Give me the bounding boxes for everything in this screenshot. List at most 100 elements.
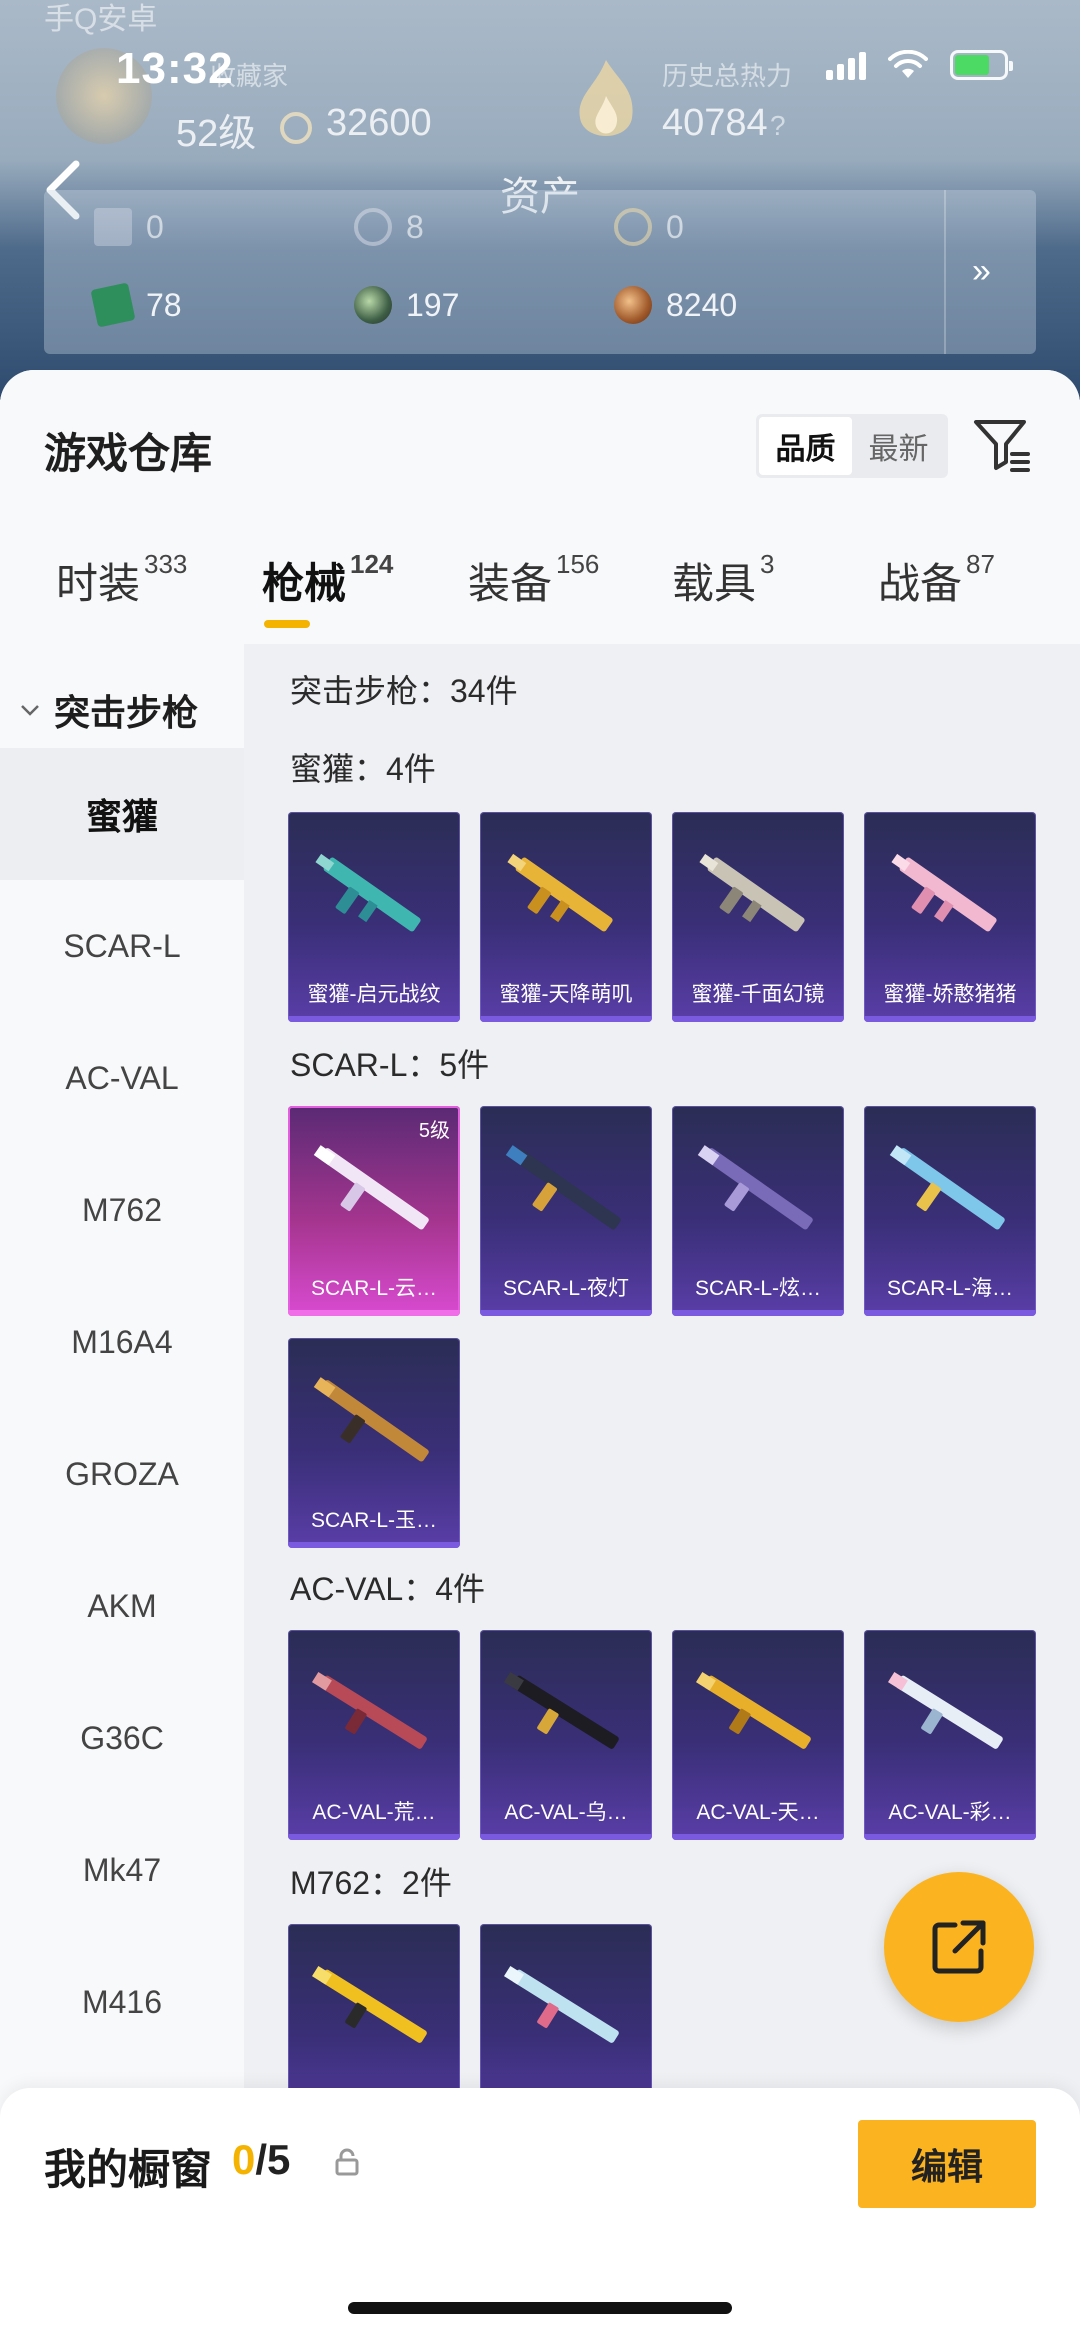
wifi-icon bbox=[888, 50, 928, 78]
category-item[interactable]: AKM bbox=[0, 1540, 244, 1672]
showcase-current: 0 bbox=[232, 2136, 256, 2183]
showcase-total: /5 bbox=[255, 2136, 291, 2183]
rifle-icon bbox=[313, 1377, 429, 1462]
category-item[interactable]: M16A4 bbox=[0, 1276, 244, 1408]
rifle-icon bbox=[699, 853, 805, 932]
weapon-name: AC-VAL-天… bbox=[696, 1801, 820, 1824]
category-tabs: 时装 333 枪械 124 装备 156 载具 3 战备 87 bbox=[0, 549, 1080, 630]
tab-weapons[interactable]: 枪械 124 bbox=[262, 549, 394, 611]
weapon-card[interactable]: AC-VAL-荒… bbox=[288, 1630, 460, 1840]
filter-icon[interactable] bbox=[972, 416, 1032, 476]
weapon-card[interactable]: 蜜獾-娇憨猪猪 bbox=[864, 812, 1036, 1022]
rifle-icon bbox=[313, 1145, 429, 1230]
asset-value: 197 bbox=[406, 286, 460, 323]
rarity-bar bbox=[480, 1310, 652, 1316]
section-label: 蜜獾：4件 bbox=[290, 751, 436, 787]
rarity-bar bbox=[288, 1834, 460, 1840]
green-card-icon bbox=[90, 282, 136, 328]
edit-button[interactable]: 编辑 bbox=[858, 2120, 1036, 2208]
tab-gear[interactable]: 战备 87 bbox=[878, 549, 995, 611]
weapon-card[interactable]: AC-VAL-天… bbox=[672, 1630, 844, 1840]
weapon-grid: 突击步枪：34件 蜜獾：4件 蜜獾-启元战纹 蜜獾-天降萌叽 蜜獾-千面幻镜 蜜… bbox=[244, 644, 1080, 2337]
weapon-card[interactable]: SCAR-L-夜灯 bbox=[480, 1106, 652, 1316]
category-item[interactable]: M762 bbox=[0, 1144, 244, 1276]
asset-item: 8240 bbox=[564, 286, 824, 324]
rifle-icon bbox=[503, 1965, 619, 2043]
category-item[interactable]: Mk47 bbox=[0, 1804, 244, 1936]
rifle-icon bbox=[891, 853, 997, 932]
tab-costumes[interactable]: 时装 333 bbox=[56, 549, 188, 611]
weapon-name: AC-VAL-荒… bbox=[312, 1801, 436, 1824]
rifle-icon bbox=[695, 1671, 811, 1749]
weapon-card[interactable]: AC-VAL-乌… bbox=[480, 1630, 652, 1840]
asset-value: 0 bbox=[666, 208, 684, 245]
weapon-name: 蜜獾-启元战纹 bbox=[307, 983, 441, 1006]
section-label: AC-VAL：4件 bbox=[290, 1571, 486, 1607]
category-item[interactable]: AC-VAL bbox=[0, 1012, 244, 1144]
warehouse-sheet: 游戏仓库 品质 最新 时装 333 枪械 124 装备 156 载具 3 战备 87 突击… bbox=[0, 370, 1080, 2337]
asset-value: 78 bbox=[146, 286, 182, 323]
lock-icon bbox=[335, 2148, 359, 2176]
gem-coin-icon bbox=[354, 286, 392, 324]
asset-value: 0 bbox=[146, 208, 164, 245]
rifle-icon bbox=[505, 1145, 621, 1230]
heat-value: 40784 bbox=[662, 102, 768, 144]
weapon-name: AC-VAL-乌… bbox=[504, 1801, 628, 1824]
tab-count: 333 bbox=[144, 549, 188, 579]
weapon-name: SCAR-L-海… bbox=[886, 1277, 1013, 1300]
rifle-icon bbox=[503, 1671, 619, 1749]
weapon-name: SCAR-L-夜灯 bbox=[502, 1277, 629, 1300]
asset-item: 197 bbox=[304, 286, 564, 324]
share-button[interactable] bbox=[884, 1872, 1034, 2022]
heat-help-icon[interactable]: ? bbox=[770, 110, 786, 142]
asset-item: 0 bbox=[44, 208, 304, 246]
weapon-card[interactable]: 蜜獾-启元战纹 bbox=[288, 812, 460, 1022]
category-item[interactable]: GROZA bbox=[0, 1408, 244, 1540]
tab-vehicles[interactable]: 载具 3 bbox=[672, 549, 774, 611]
weapon-card[interactable]: 蜜獾-天降萌叽 bbox=[480, 812, 652, 1022]
player-points: 32600 bbox=[326, 102, 432, 144]
category-item[interactable]: M416 bbox=[0, 1936, 244, 2068]
rifle-icon bbox=[887, 1671, 1003, 1749]
category-item[interactable]: G36C bbox=[0, 1672, 244, 1804]
tab-label: 装备 bbox=[468, 560, 553, 607]
home-indicator bbox=[348, 2302, 732, 2314]
tab-count: 124 bbox=[350, 549, 394, 579]
rifle-icon bbox=[311, 1965, 427, 2043]
warehouse-title: 游戏仓库 bbox=[44, 430, 213, 477]
weapon-card[interactable]: SCAR-L-海… bbox=[864, 1106, 1036, 1316]
rifle-icon bbox=[507, 853, 613, 932]
weapon-card[interactable]: 蜜獾-千面幻镜 bbox=[672, 812, 844, 1022]
asset-more-icon[interactable]: » bbox=[972, 252, 991, 291]
tab-label: 时装 bbox=[56, 560, 141, 607]
asset-value: 8 bbox=[406, 208, 424, 245]
showcase-label: 我的橱窗 bbox=[44, 2146, 213, 2193]
sort-newest-button[interactable]: 最新 bbox=[852, 417, 945, 475]
weapon-card[interactable]: 5级 SCAR-L-云… bbox=[288, 1106, 460, 1316]
category-item[interactable]: SCAR-L bbox=[0, 880, 244, 1012]
weapon-card[interactable]: SCAR-L-玉… bbox=[288, 1338, 460, 1548]
chevron-down-icon bbox=[21, 705, 39, 716]
weapon-card[interactable]: AC-VAL-彩… bbox=[864, 1630, 1036, 1840]
asset-summary-panel[interactable]: 0 8 0 78 197 8240 » bbox=[44, 190, 1036, 354]
bronze-coin-icon bbox=[614, 286, 652, 324]
sort-toggle: 品质 最新 bbox=[756, 414, 948, 478]
rifle-icon bbox=[889, 1145, 1005, 1230]
rarity-bar bbox=[864, 1834, 1036, 1840]
rifle-icon bbox=[697, 1145, 813, 1230]
tab-label: 载具 bbox=[672, 560, 757, 607]
category-header-assault-rifle[interactable]: 突击步枪 bbox=[18, 684, 198, 736]
weapon-name: 蜜獾-天降萌叽 bbox=[499, 983, 633, 1006]
tab-equipment[interactable]: 装备 156 bbox=[468, 549, 599, 611]
sort-quality-button[interactable]: 品质 bbox=[759, 417, 852, 475]
flame-icon bbox=[579, 60, 633, 136]
showcase-count: 0/5 bbox=[232, 2136, 290, 2184]
showcase-bar: 我的橱窗 0/5 编辑 bbox=[0, 2088, 1080, 2337]
status-time: 13:32 bbox=[116, 44, 234, 93]
weapon-card[interactable]: SCAR-L-炫… bbox=[672, 1106, 844, 1316]
rarity-bar bbox=[288, 1542, 460, 1548]
asset-value: 8240 bbox=[666, 286, 738, 323]
category-item[interactable]: 蜜獾 bbox=[0, 748, 244, 880]
battery-icon bbox=[950, 50, 1013, 80]
rarity-bar bbox=[672, 1016, 844, 1022]
